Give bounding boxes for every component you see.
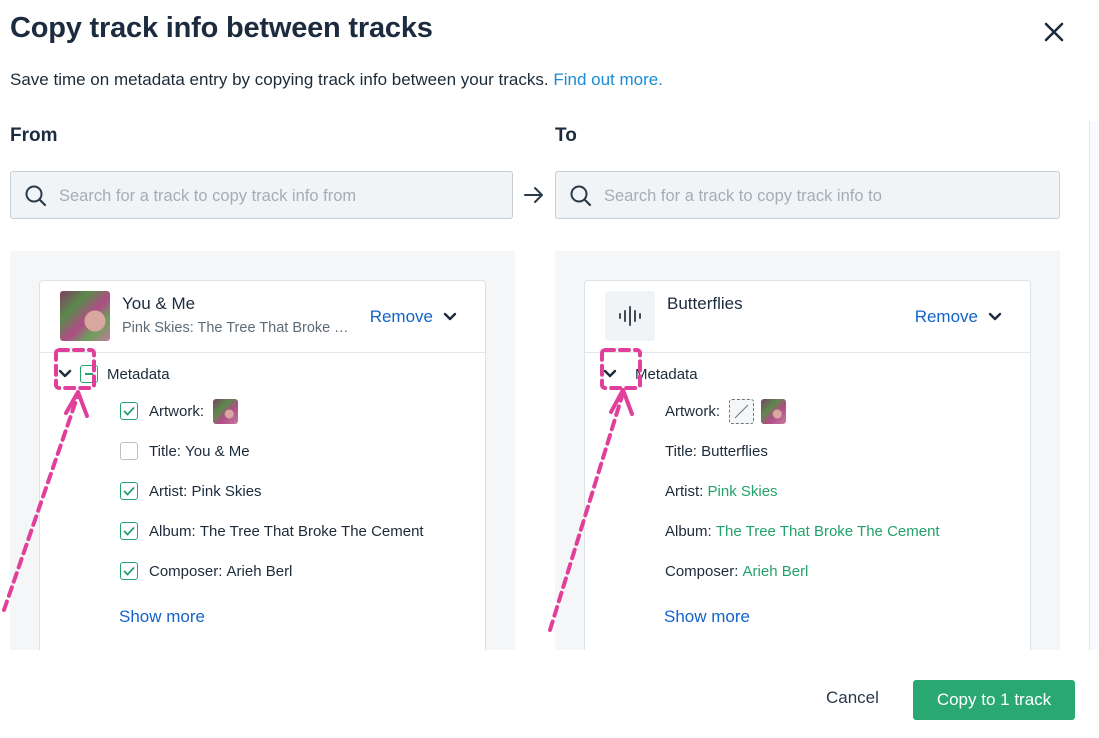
field-value: Arieh Berl: [742, 562, 809, 580]
field-label: Artist:: [665, 482, 704, 500]
chevron-down-icon: [443, 312, 457, 321]
search-icon: [25, 185, 47, 207]
to-search-input[interactable]: [602, 172, 1046, 220]
from-field-album: Album: The Tree That Broke The Cement: [120, 519, 424, 543]
field-label: Composer:: [149, 562, 223, 580]
from-remove-button[interactable]: Remove: [370, 307, 457, 327]
copy-to-track-button[interactable]: Copy to 1 track: [913, 680, 1075, 720]
to-label: To: [555, 125, 577, 146]
check-icon: [123, 486, 135, 496]
waveform-icon: [619, 306, 641, 326]
field-value: The Tree That Broke The Cement: [715, 522, 940, 540]
to-field-artist: Artist: Pink Skies: [665, 479, 778, 503]
metadata-label: Metadata: [107, 365, 170, 383]
from-search-input[interactable]: [57, 172, 501, 220]
to-field-album: Album: The Tree That Broke The Cement: [665, 519, 940, 543]
to-track-name: Butterflies: [667, 294, 743, 313]
artist-checkbox[interactable]: [120, 482, 138, 500]
audio-waveform-placeholder: [605, 291, 655, 341]
field-value: Butterflies: [701, 442, 768, 460]
field-label: Composer:: [665, 562, 739, 580]
check-icon: [123, 566, 135, 576]
to-search-box[interactable]: [555, 171, 1060, 220]
search-icon: [570, 185, 592, 207]
check-icon: [123, 526, 135, 536]
field-label: Title:: [149, 442, 181, 460]
metadata-label: Metadata: [635, 365, 698, 383]
from-track-subtitle: Pink Skies: The Tree That Broke The Ceme…: [122, 320, 352, 336]
to-show-more-link[interactable]: Show more: [664, 607, 750, 627]
from-field-artist: Artist: Pink Skies: [120, 479, 262, 503]
artwork-thumbnail: [213, 398, 239, 424]
from-track-header: You & Me Pink Skies: The Tree That Broke…: [40, 281, 485, 353]
from-track-name: You & Me: [122, 294, 196, 313]
to-track-card: Butterflies Remove Metadata Artwork: Tit…: [584, 280, 1031, 650]
close-icon[interactable]: [1038, 16, 1070, 48]
empty-artwork-icon: [729, 398, 755, 424]
to-remove-button[interactable]: Remove: [915, 307, 1002, 327]
field-value: Pink Skies: [707, 482, 778, 500]
artwork-thumbnail: [761, 398, 787, 424]
album-checkbox[interactable]: [120, 522, 138, 540]
field-value: Pink Skies: [191, 482, 262, 500]
page-title: Copy track info between tracks: [10, 12, 433, 44]
to-field-title: Title: Butterflies: [665, 439, 768, 463]
to-track-header: Butterflies Remove: [585, 281, 1030, 353]
from-field-composer: Composer: Arieh Berl: [120, 559, 292, 583]
subtitle-text: Save time on metadata entry by copying t…: [10, 70, 549, 89]
chevron-down-icon: [988, 312, 1002, 321]
remove-label: Remove: [369, 307, 433, 326]
dialog-subtitle: Save time on metadata entry by copying t…: [10, 70, 663, 90]
field-label: Artwork:: [665, 402, 721, 420]
from-metadata-toggle[interactable]: [54, 363, 76, 385]
cancel-button[interactable]: Cancel: [812, 686, 893, 710]
from-label: From: [10, 125, 58, 146]
composer-checkbox[interactable]: [120, 562, 138, 580]
field-value: Arieh Berl: [226, 562, 293, 580]
field-value: You & Me: [185, 442, 250, 460]
metadata-select-all-checkbox[interactable]: [80, 365, 98, 383]
field-label: Artist:: [149, 482, 188, 500]
from-show-more-link[interactable]: Show more: [119, 607, 205, 627]
minus-icon: [85, 373, 93, 375]
from-panel: You & Me Pink Skies: The Tree That Broke…: [10, 251, 515, 650]
from-field-artwork: Artwork:: [120, 398, 239, 424]
to-field-artwork: Artwork:: [665, 398, 787, 424]
from-metadata-row: Metadata: [54, 363, 170, 385]
chevron-down-icon: [603, 369, 617, 378]
remove-label: Remove: [914, 307, 978, 326]
check-icon: [123, 406, 135, 416]
field-label: Title:: [665, 442, 697, 460]
to-metadata-toggle[interactable]: [599, 363, 621, 385]
to-metadata-row: Metadata: [599, 363, 698, 385]
field-label: Album:: [665, 522, 712, 540]
field-label: Album:: [149, 522, 196, 540]
find-out-more-link[interactable]: Find out more.: [553, 70, 663, 89]
field-label: Artwork:: [149, 402, 205, 420]
from-track-card: You & Me Pink Skies: The Tree That Broke…: [39, 280, 486, 650]
chevron-down-icon: [58, 369, 72, 378]
scrollbar[interactable]: [1089, 121, 1099, 650]
from-field-title: Title: You & Me: [120, 439, 250, 463]
from-search-box[interactable]: [10, 171, 513, 220]
field-value: The Tree That Broke The Cement: [199, 522, 424, 540]
title-checkbox[interactable]: [120, 442, 138, 460]
arrow-right-icon: [524, 187, 543, 203]
artwork-checkbox[interactable]: [120, 402, 138, 420]
to-field-composer: Composer: Arieh Berl: [665, 559, 808, 583]
album-artwork: [60, 291, 110, 341]
to-panel: Butterflies Remove Metadata Artwork: Tit…: [555, 251, 1060, 650]
